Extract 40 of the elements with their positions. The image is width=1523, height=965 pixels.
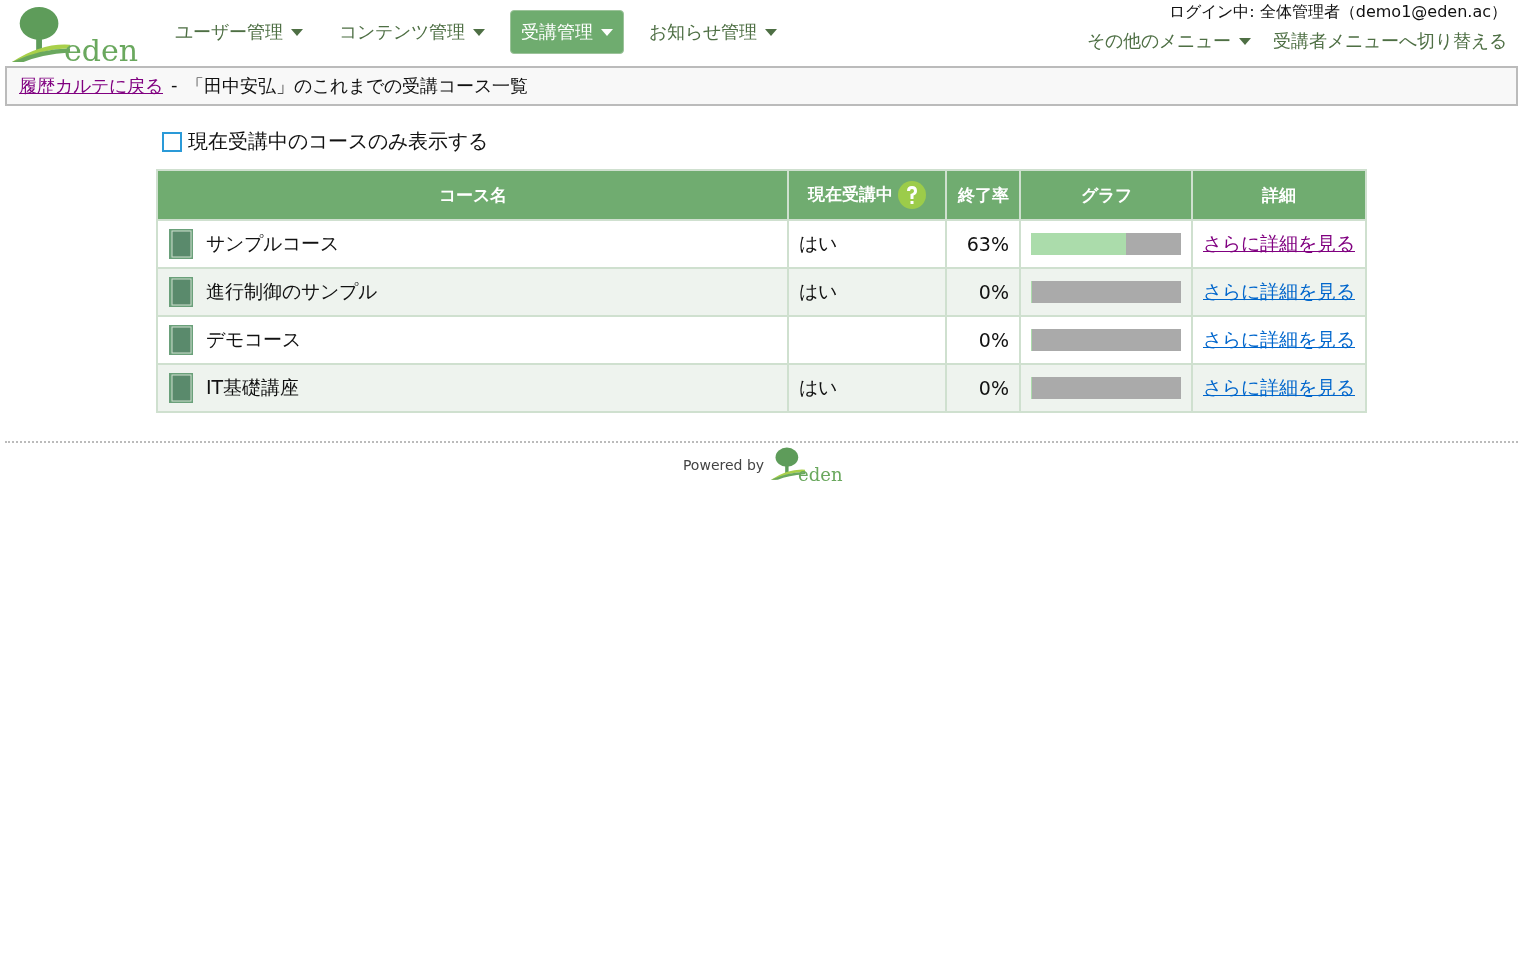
column-header: グラフ: [1020, 170, 1192, 220]
column-header: 現在受講中: [788, 170, 946, 220]
table-cell: 0%: [946, 268, 1020, 316]
checkbox[interactable]: [162, 131, 182, 152]
table-cell: 0%: [946, 316, 1020, 364]
book-icon: [168, 324, 194, 356]
column-header: 詳細: [1192, 170, 1366, 220]
course-name: IT基礎講座: [206, 375, 300, 400]
column-header: 終了率: [946, 170, 1020, 220]
caret-icon: [291, 28, 303, 36]
login-status: ログイン中: 全体管理者（demo1@eden.ac）: [1169, 2, 1507, 23]
course-name: デモコース: [206, 327, 301, 352]
logo-text: eden: [64, 33, 139, 68]
table-cell: はい: [788, 220, 946, 268]
nav-menu-button[interactable]: お知らせ管理: [638, 10, 788, 54]
book-icon: [168, 276, 194, 308]
other-menu-link[interactable]: その他のメニュー: [1087, 29, 1251, 53]
table-cell: はい: [788, 364, 946, 412]
column-header: コース名: [157, 170, 788, 220]
nav-menu-button[interactable]: ユーザー管理: [164, 10, 314, 54]
checkbox-label: 現在受講中のコースのみ表示する: [188, 128, 488, 155]
switch-menu-link[interactable]: 受講者メニューへ切り替える: [1273, 29, 1507, 53]
book-icon: [168, 228, 194, 260]
book-icon: [168, 372, 194, 404]
page-title: 「田中安弘」のこれまでの受講コース一覧: [185, 74, 528, 98]
caret-icon: [765, 28, 777, 36]
nav-menu-button[interactable]: コンテンツ管理: [328, 10, 496, 54]
caret-icon: [1239, 37, 1251, 45]
back-link[interactable]: 履歴カルテに戻る: [19, 74, 163, 98]
caret-icon: [601, 28, 613, 36]
table-cell: はい: [788, 268, 946, 316]
separator-text: -: [171, 74, 178, 97]
table-cell: 0%: [946, 364, 1020, 412]
course-name: 進行制御のサンプル: [206, 279, 377, 304]
caret-icon: [473, 28, 485, 36]
help-icon[interactable]: [896, 180, 927, 210]
powered-by-text: Powered by: [682, 457, 765, 473]
course-name: サンプルコース: [206, 231, 339, 256]
logo-text: eden: [798, 464, 843, 485]
table-cell: 63%: [946, 220, 1020, 268]
